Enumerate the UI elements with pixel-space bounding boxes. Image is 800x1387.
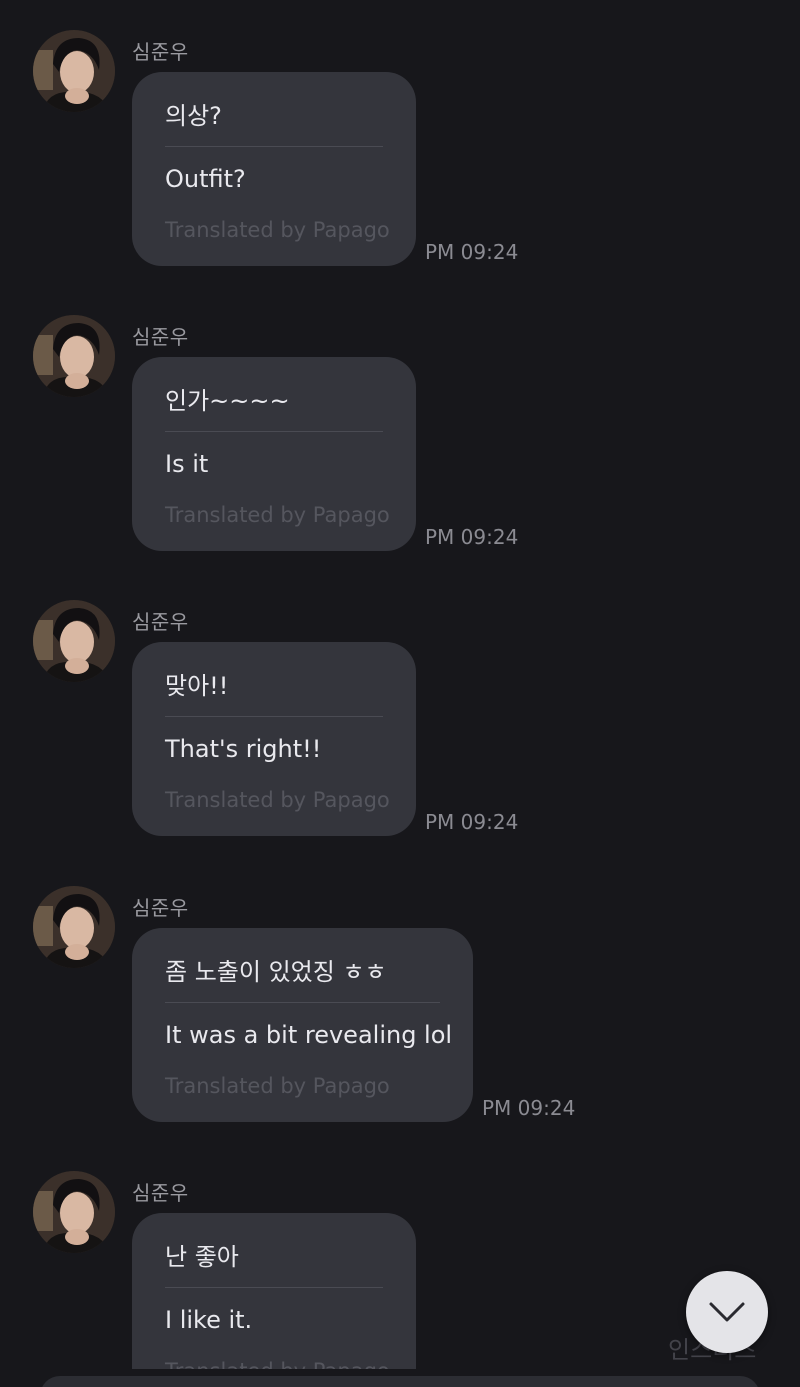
- chat-thread[interactable]: 심준우 의상? Outfit? Translated by Papago PM …: [0, 0, 800, 1387]
- divider: [165, 1287, 383, 1288]
- sender-name: 심준우: [132, 325, 189, 349]
- original-text: 좀 노출이 있었징 ㅎㅎ: [165, 958, 387, 986]
- message-bubble[interactable]: 좀 노출이 있었징 ㅎㅎ It was a bit revealing lol …: [132, 928, 473, 1122]
- sender-name: 심준우: [132, 896, 189, 920]
- translated-text: That's right!!: [165, 735, 322, 763]
- avatar[interactable]: [33, 886, 115, 968]
- message-bubble[interactable]: 맞아!! That's right!! Translated by Papago: [132, 642, 416, 836]
- message-row: 심준우 맞아!! That's right!! Translated by Pa…: [0, 570, 800, 840]
- avatar-image: [33, 886, 115, 968]
- translation-credit: Translated by Papago: [165, 788, 390, 812]
- translation-credit: Translated by Papago: [165, 1074, 390, 1098]
- timestamp: PM 09:24: [425, 240, 519, 264]
- avatar[interactable]: [33, 1171, 115, 1253]
- avatar-image: [33, 1171, 115, 1253]
- chevron-down-icon: [709, 1302, 745, 1322]
- divider: [165, 1002, 440, 1003]
- translated-text: Is it: [165, 450, 209, 478]
- original-text: 맞아!!: [165, 672, 229, 700]
- message-row: 심준우 의상? Outfit? Translated by Papago PM …: [0, 0, 800, 270]
- divider: [165, 431, 383, 432]
- original-text: 난 좋아: [165, 1243, 239, 1271]
- message-row: 심준우 인가~~~~ Is it Translated by Papago PM…: [0, 285, 800, 555]
- message-input-bar[interactable]: [40, 1376, 760, 1387]
- avatar-image: [33, 600, 115, 682]
- translation-credit: Translated by Papago: [165, 218, 390, 242]
- sender-name: 심준우: [132, 40, 189, 64]
- sender-name: 심준우: [132, 1181, 189, 1205]
- translated-text: It was a bit revealing lol: [165, 1021, 453, 1049]
- divider: [165, 146, 383, 147]
- message-bubble[interactable]: 의상? Outfit? Translated by Papago: [132, 72, 416, 266]
- original-text: 인가~~~~: [165, 387, 290, 415]
- timestamp: PM 09:24: [482, 1096, 576, 1120]
- avatar[interactable]: [33, 315, 115, 397]
- message-row: 심준우 좀 노출이 있었징 ㅎㅎ It was a bit revealing …: [0, 856, 800, 1126]
- message-bubble[interactable]: 인가~~~~ Is it Translated by Papago: [132, 357, 416, 551]
- avatar-image: [33, 30, 115, 112]
- message-bubble[interactable]: 난 좋아 I like it. Translated by Papago: [132, 1213, 416, 1369]
- original-text: 의상?: [165, 102, 222, 130]
- timestamp: PM 09:24: [425, 525, 519, 549]
- scroll-to-bottom-button[interactable]: [686, 1271, 768, 1353]
- divider: [165, 716, 383, 717]
- translated-text: Outfit?: [165, 165, 246, 193]
- translated-text: I like it.: [165, 1306, 253, 1334]
- sender-name: 심준우: [132, 610, 189, 634]
- translation-credit: Translated by Papago: [165, 1359, 390, 1369]
- avatar[interactable]: [33, 600, 115, 682]
- avatar-image: [33, 315, 115, 397]
- translation-credit: Translated by Papago: [165, 503, 390, 527]
- avatar[interactable]: [33, 30, 115, 112]
- timestamp: PM 09:24: [425, 810, 519, 834]
